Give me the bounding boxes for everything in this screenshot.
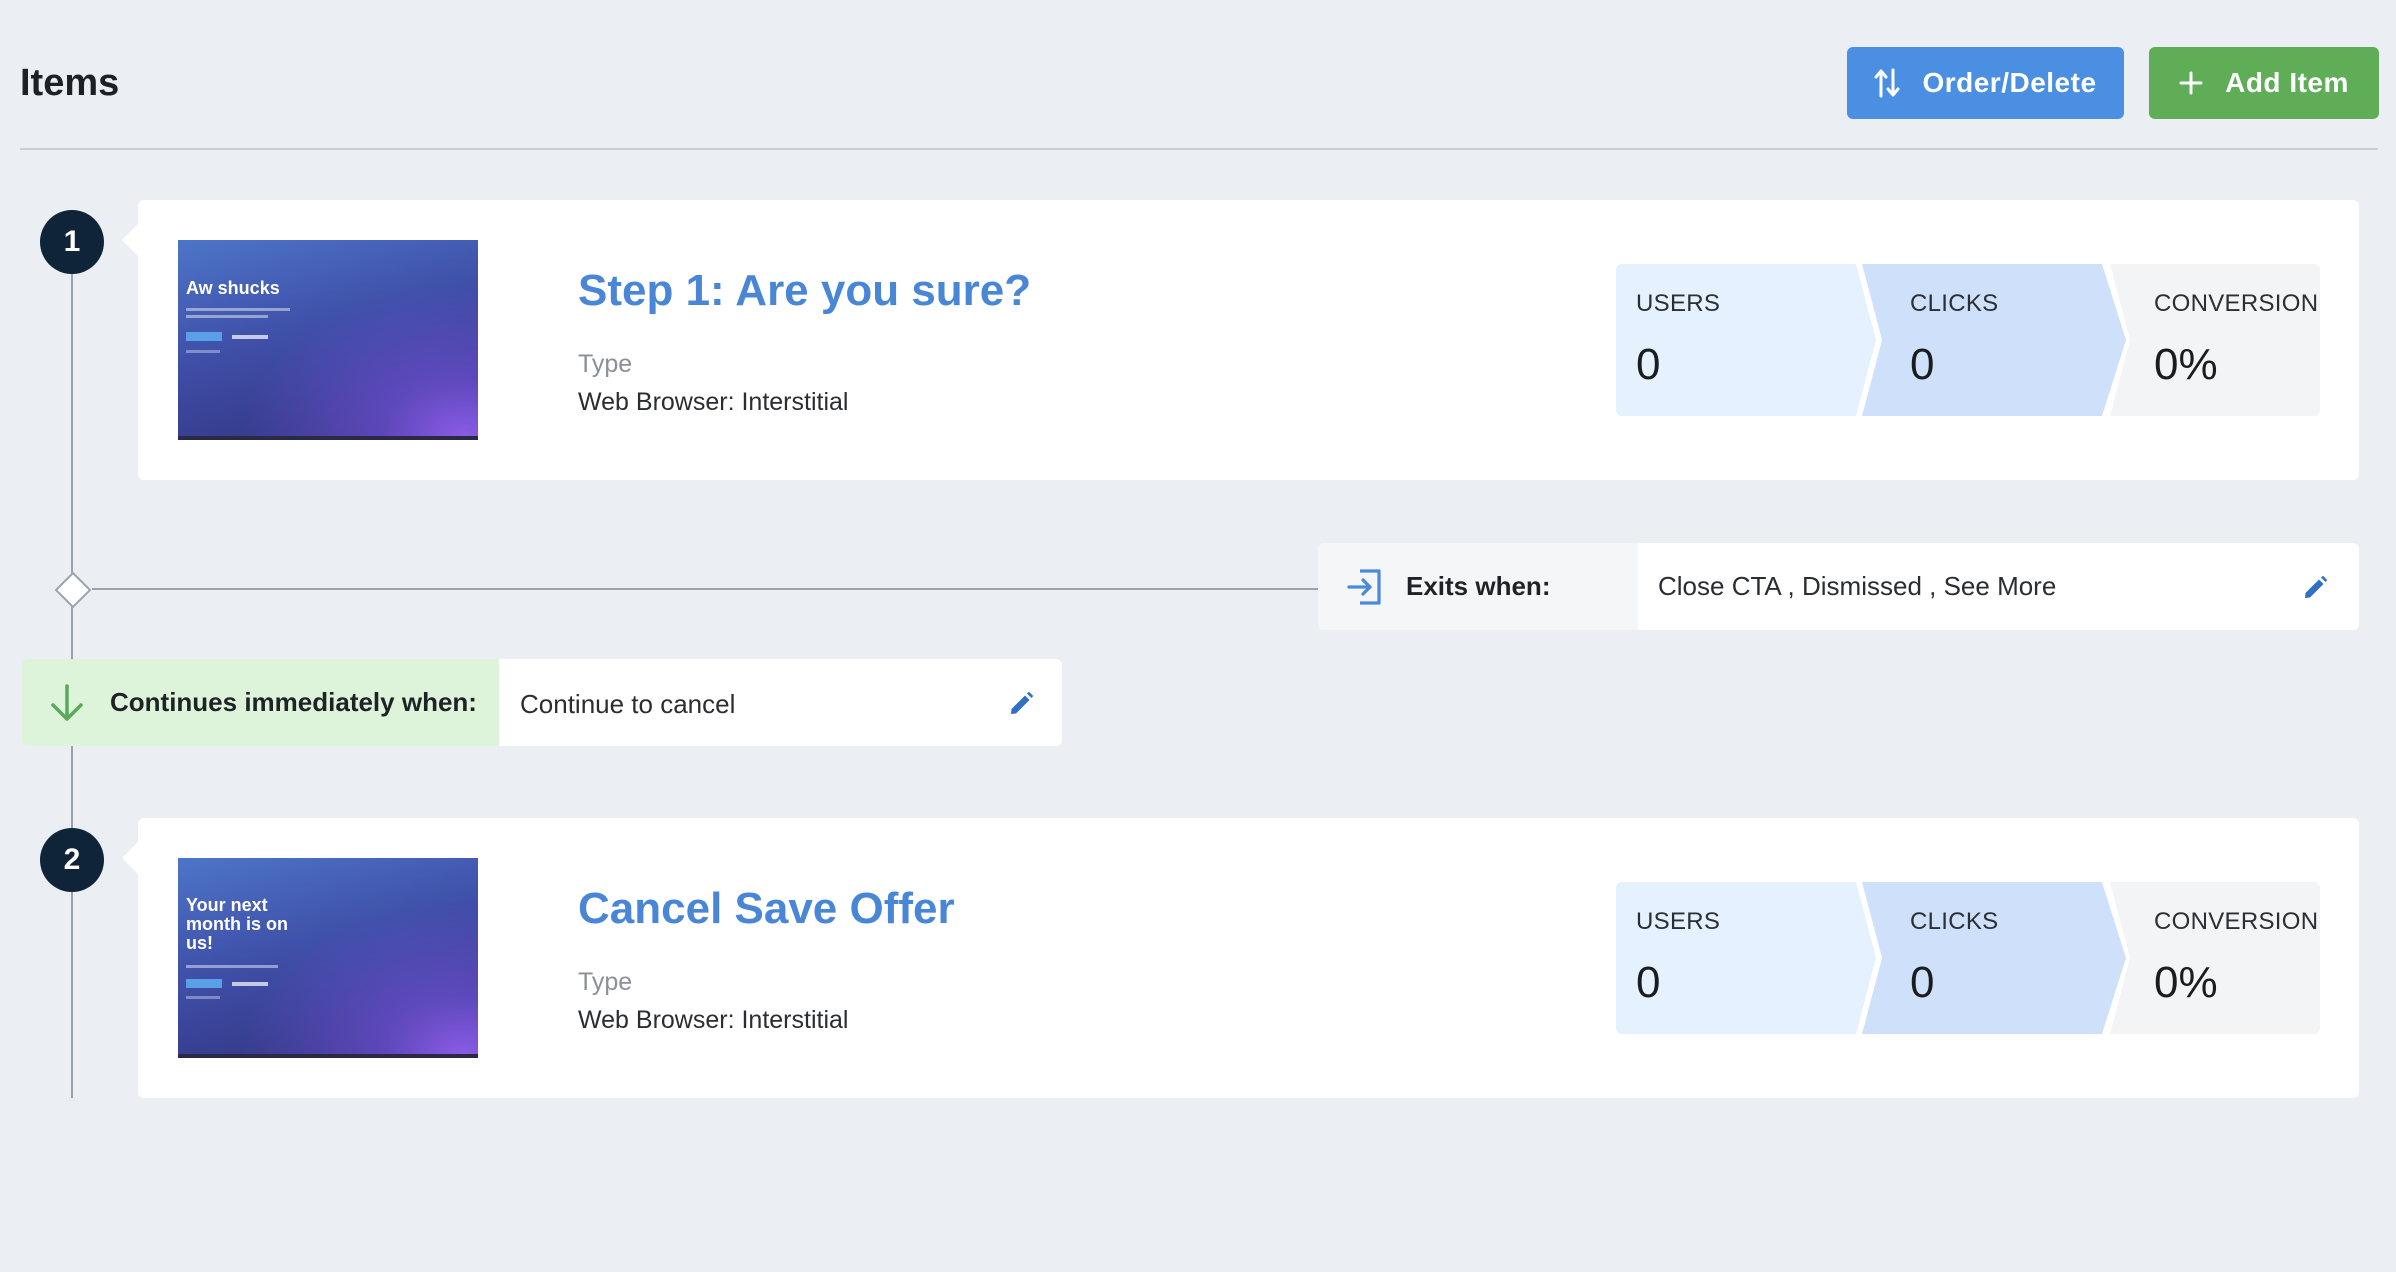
step-stats: USERS 0 CLICKS 0 CONVERSION 0% xyxy=(1616,264,2320,416)
exit-condition-header: Exits when: xyxy=(1318,543,1638,630)
branch-node-diamond xyxy=(54,571,92,609)
conversion-label: CONVERSION xyxy=(2154,290,2319,317)
clicks-stat: CLICKS 0 xyxy=(1862,264,2126,416)
thumbnail-text-line xyxy=(186,965,278,968)
clicks-label: CLICKS xyxy=(1910,908,1999,935)
exit-condition-value: Close CTA , Dismissed , See More xyxy=(1658,571,2057,601)
continue-condition-header: Continues immediately when: xyxy=(22,659,499,746)
step-thumbnail-1[interactable]: Aw shucks xyxy=(178,240,478,440)
type-label: Type xyxy=(578,968,633,996)
exit-condition-label: Exits when: xyxy=(1406,571,1551,601)
conversion-stat: CONVERSION 0% xyxy=(2110,882,2320,1034)
exit-condition: Exits when: Close CTA , Dismissed , See … xyxy=(1318,543,2359,630)
thumbnail-text-line xyxy=(186,315,268,318)
thumbnail-secondary-button xyxy=(232,335,268,339)
users-label: USERS xyxy=(1636,290,1721,317)
users-stat: USERS 0 xyxy=(1616,264,1876,416)
continue-condition-value: Continue to cancel xyxy=(520,689,736,719)
thumbnail-primary-button xyxy=(186,332,222,341)
users-stat: USERS 0 xyxy=(1616,882,1876,1034)
conversion-label: CONVERSION xyxy=(2154,908,2319,935)
edit-exit-icon[interactable] xyxy=(2302,575,2328,601)
order-delete-label: Order/Delete xyxy=(1922,67,2097,98)
continue-condition: Continues immediately when: Continue to … xyxy=(22,659,1062,746)
sort-arrows-icon xyxy=(1874,68,1900,98)
step-number-1: 1 xyxy=(40,210,104,274)
branch-line xyxy=(92,588,1320,590)
thumbnail-heading: Aw shucks xyxy=(186,278,280,298)
page-title: Items xyxy=(20,62,120,104)
clicks-stat: CLICKS 0 xyxy=(1862,882,2126,1034)
thumbnail-text-line xyxy=(186,308,290,311)
add-item-button[interactable]: Add Item xyxy=(2149,47,2379,119)
step-stats: USERS 0 CLICKS 0 CONVERSION 0% xyxy=(1616,882,2320,1034)
step-number-2: 2 xyxy=(40,828,104,892)
conversion-value: 0% xyxy=(2154,340,2218,389)
clicks-value: 0 xyxy=(1910,340,1935,389)
users-value: 0 xyxy=(1636,958,1661,1007)
plus-icon xyxy=(2179,71,2203,95)
step-thumbnail-2[interactable]: Your next month is on us! xyxy=(178,858,478,1058)
users-value: 0 xyxy=(1636,340,1661,389)
exit-icon xyxy=(1347,568,1381,605)
thumbnail-footer-text xyxy=(186,996,220,999)
users-label: USERS xyxy=(1636,908,1721,935)
thumbnail-heading: Your next month is on us! xyxy=(186,895,288,953)
add-item-label: Add Item xyxy=(2225,67,2349,98)
type-value: Web Browser: Interstitial xyxy=(578,1006,849,1034)
type-label: Type xyxy=(578,350,633,378)
step-card-2[interactable]: Your next month is on us! Cancel Save Of… xyxy=(122,818,2359,1098)
thumbnail-secondary-button xyxy=(232,982,268,986)
conversion-value: 0% xyxy=(2154,958,2218,1007)
step-title[interactable]: Step 1: Are you sure? xyxy=(578,266,1031,316)
clicks-value: 0 xyxy=(1910,958,1935,1007)
continue-condition-label: Continues immediately when: xyxy=(110,687,477,717)
conversion-stat: CONVERSION 0% xyxy=(2110,264,2320,416)
thumbnail-primary-button xyxy=(186,979,222,988)
arrow-down-icon xyxy=(51,683,83,721)
thumbnail-footer-text xyxy=(186,350,220,353)
edit-continue-icon[interactable] xyxy=(1008,691,1034,717)
step-card-1[interactable]: Aw shucks Step 1: Are you sure? Type Web… xyxy=(122,200,2359,480)
step-title[interactable]: Cancel Save Offer xyxy=(578,884,955,934)
clicks-label: CLICKS xyxy=(1910,290,1999,317)
type-value: Web Browser: Interstitial xyxy=(578,388,849,416)
order-delete-button[interactable]: Order/Delete xyxy=(1847,47,2124,119)
header-divider xyxy=(20,148,2378,150)
